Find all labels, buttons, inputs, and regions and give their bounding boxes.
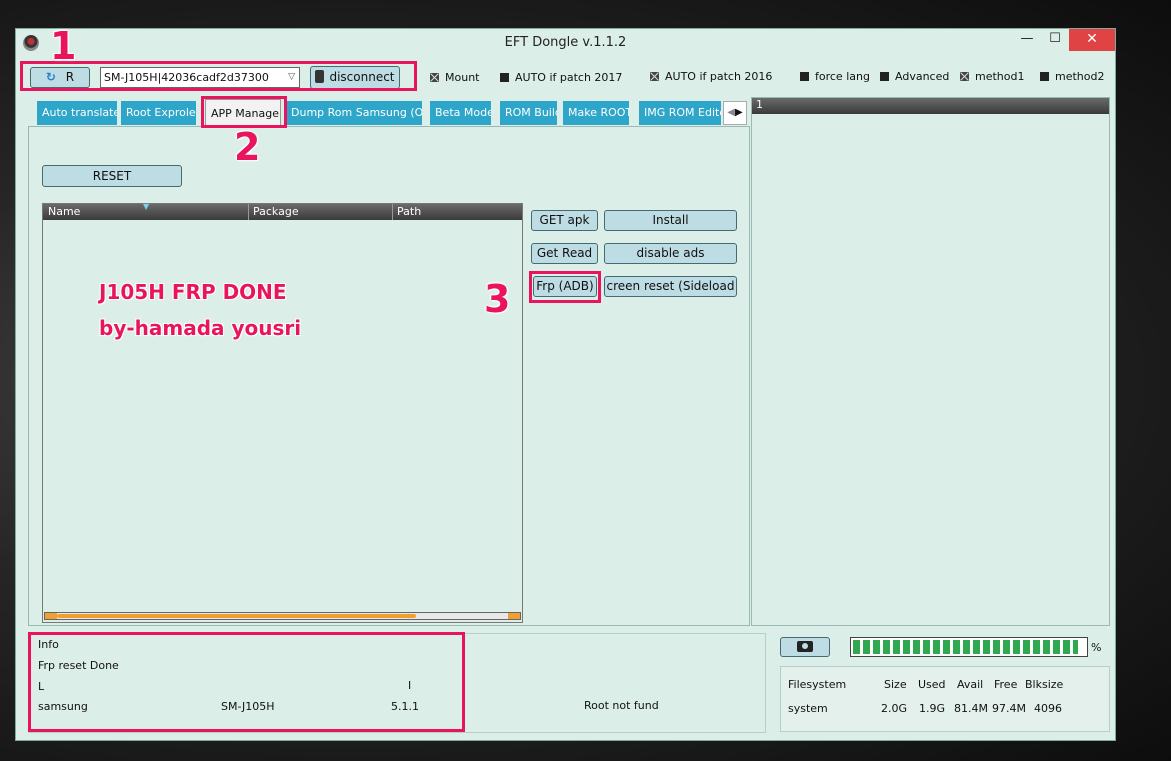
tab-beta-model[interactable]: Beta Model (430, 101, 492, 125)
checkbox-label: AUTO if patch 2017 (515, 71, 623, 84)
minimize-button[interactable]: — (1013, 29, 1041, 51)
progress-bar (850, 637, 1088, 657)
install-button[interactable]: Install (604, 210, 737, 231)
list-header: Name ▼ Package Path (43, 202, 522, 220)
overlay-caption-line1: J105H FRP DONE (99, 280, 287, 304)
reset-button[interactable]: RESET (42, 165, 182, 187)
fs-cell: system (788, 702, 828, 715)
annotation-number-2: 2 (234, 125, 261, 169)
window-title: EFT Dongle v.1.1.2 (504, 35, 627, 50)
checkbox-icon (650, 72, 659, 81)
tab-rom-build[interactable]: ROM Build (500, 101, 558, 125)
method1-checkbox[interactable]: method1 (960, 70, 1024, 83)
column-package[interactable]: Package (253, 205, 299, 218)
column-separator (392, 204, 393, 220)
fs-cell: 2.0G (881, 702, 908, 715)
log-panel-header: 1 (752, 98, 1109, 114)
checkbox-icon (880, 72, 889, 81)
camera-icon (797, 641, 813, 652)
annotation-box-1 (20, 61, 417, 91)
fs-header-used: Used (918, 678, 946, 691)
column-name[interactable]: Name (48, 205, 80, 218)
close-button[interactable]: ✕ (1069, 29, 1115, 51)
checkbox-label: method1 (975, 70, 1025, 83)
chevron-left-icon: ◀ (727, 107, 735, 118)
fs-header-size: Size (884, 678, 907, 691)
get-apk-button[interactable]: GET apk (531, 210, 598, 231)
annotation-box-2 (201, 96, 287, 128)
fs-header-avail: Avail (957, 678, 984, 691)
tab-make-root[interactable]: Make ROOT (563, 101, 630, 125)
fs-cell: 1.9G (919, 702, 946, 715)
mount-checkbox[interactable]: Mount (430, 71, 479, 84)
get-read-button[interactable]: Get Read (531, 243, 598, 264)
checkbox-label: force lang (815, 70, 870, 83)
checkbox-label: method2 (1055, 70, 1105, 83)
filesystem-table (780, 666, 1110, 732)
fs-cell: 81.4M (954, 702, 988, 715)
checkbox-label: Mount (445, 71, 480, 84)
horizontal-scrollbar[interactable] (44, 612, 521, 620)
fs-header-free: Free (994, 678, 1018, 691)
scroll-thumb[interactable] (57, 614, 416, 618)
annotation-number-1: 1 (50, 24, 77, 68)
tab-scroll-arrows[interactable]: ◀▶ (723, 101, 747, 125)
screen-reset-sideload-button[interactable]: creen reset (Sideload (604, 276, 737, 297)
checkbox-icon (500, 73, 509, 82)
log-panel[interactable]: 1 (751, 97, 1110, 626)
auto-patch-2017-checkbox[interactable]: AUTO if patch 2017 (500, 71, 622, 84)
tab-img-rom-editor[interactable]: IMG ROM Editor (639, 101, 722, 125)
fs-cell: 97.4M (992, 702, 1026, 715)
annotation-number-3: 3 (484, 277, 511, 321)
column-separator (248, 204, 249, 220)
disable-ads-button[interactable]: disable ads (604, 243, 737, 264)
maximize-button[interactable]: ☐ (1041, 29, 1069, 51)
root-status: Root not fund (584, 699, 659, 712)
checkbox-icon (800, 72, 809, 81)
tab-auto-translate[interactable]: Auto translate (37, 101, 118, 125)
overlay-caption-line2: by-hamada yousri (99, 316, 302, 340)
advanced-checkbox[interactable]: Advanced (880, 70, 949, 83)
tab-dump-rom-samsung[interactable]: Dump Rom Samsung (Odin) (286, 101, 423, 125)
checkbox-label: AUTO if patch 2016 (665, 70, 773, 83)
scroll-left-handle[interactable] (45, 613, 57, 619)
annotation-box-3 (529, 271, 601, 303)
annotation-box-info (28, 632, 465, 732)
tab-root-exproler[interactable]: Root Exproler (121, 101, 197, 125)
app-list[interactable]: Name ▼ Package Path (42, 202, 523, 623)
checkbox-icon (960, 72, 969, 81)
fs-header-blksize: Blksize (1025, 678, 1064, 691)
checkbox-icon (1040, 72, 1049, 81)
fs-cell: 4096 (1034, 702, 1062, 715)
chevron-right-icon: ▶ (735, 107, 743, 118)
method2-checkbox[interactable]: method2 (1040, 70, 1104, 83)
screenshot-button[interactable] (780, 637, 830, 657)
sort-down-icon: ▼ (143, 202, 150, 211)
title-bar[interactable]: EFT Dongle v.1.1.2 — ☐ ✕ (16, 29, 1115, 56)
progress-fill (853, 640, 1079, 654)
force-lang-checkbox[interactable]: force lang (800, 70, 870, 83)
fs-header-filesystem: Filesystem (788, 678, 847, 691)
checkbox-label: Advanced (895, 70, 950, 83)
column-path[interactable]: Path (397, 205, 421, 218)
auto-patch-2016-checkbox[interactable]: AUTO if patch 2016 (650, 70, 772, 83)
checkbox-icon (430, 73, 439, 82)
progress-percent-label: % (1091, 641, 1102, 654)
scroll-right-handle[interactable] (508, 613, 520, 619)
